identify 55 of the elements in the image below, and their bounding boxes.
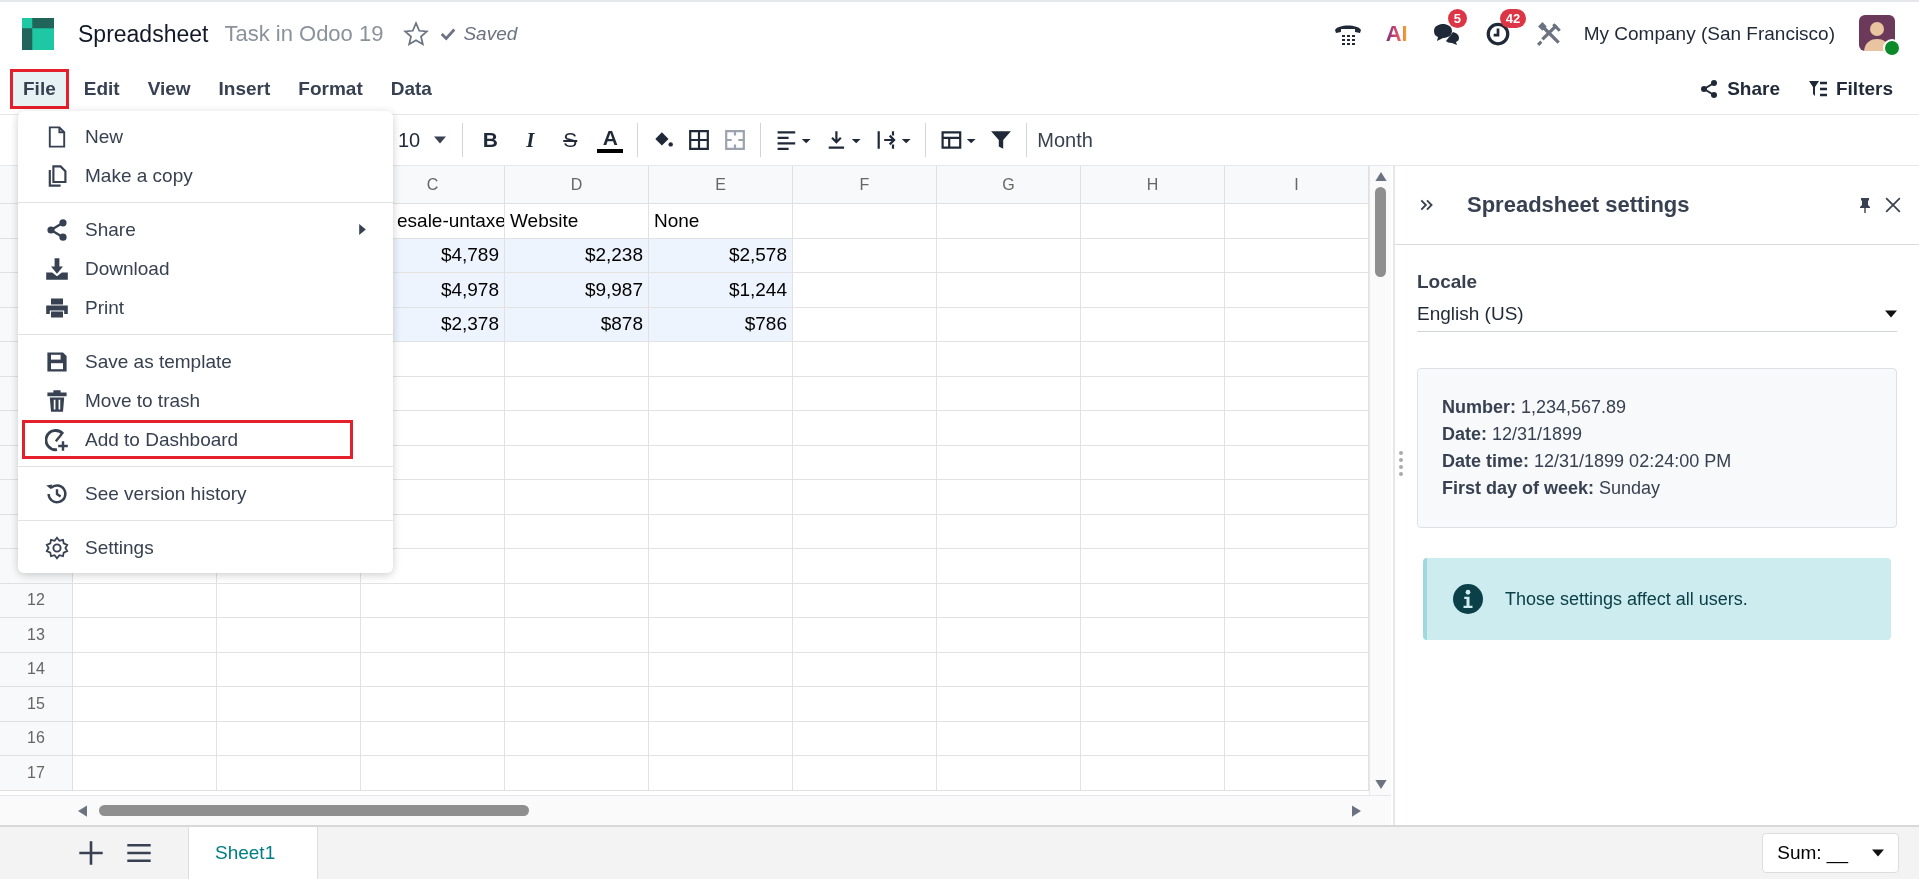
locale-select[interactable]: English (US) bbox=[1417, 293, 1897, 332]
menu-tab[interactable]: View bbox=[134, 69, 204, 109]
aggregate-dropdown[interactable]: Sum: __ bbox=[1762, 833, 1899, 873]
menu-tab[interactable]: Data bbox=[377, 69, 445, 109]
menu-tab[interactable]: Edit bbox=[70, 69, 133, 109]
notification-badge: 5 bbox=[1447, 9, 1467, 28]
field-label: Locale bbox=[1417, 271, 1479, 293]
table-cell: $2,578 bbox=[649, 238, 793, 273]
menu-tab[interactable]: Format bbox=[285, 69, 376, 109]
menu-item[interactable]: Save as template bbox=[22, 342, 389, 381]
menu-item[interactable]: New bbox=[22, 117, 389, 156]
table-cell: Website bbox=[505, 204, 649, 239]
notification-badge: 42 bbox=[1499, 9, 1527, 28]
filters-button[interactable]: Filters bbox=[1801, 77, 1899, 101]
preview-line: First day of week: Sunday bbox=[1442, 478, 1662, 499]
row-header[interactable]: 12 bbox=[0, 583, 73, 618]
row-header[interactable]: 13 bbox=[0, 618, 73, 653]
bold-button[interactable]: B bbox=[477, 128, 504, 152]
column-header[interactable]: H bbox=[1081, 166, 1225, 204]
preview-line: Date time: 12/31/1899 02:24:00 PM bbox=[1442, 451, 1733, 472]
table-cell: None bbox=[649, 204, 793, 239]
table-cell: $2,238 bbox=[505, 238, 649, 273]
column-header[interactable]: F bbox=[793, 166, 937, 204]
alert-text: Those settings affect all users. bbox=[1505, 588, 1748, 610]
sheet-tab[interactable]: Sheet1 bbox=[188, 827, 319, 879]
color-button[interactable]: A bbox=[597, 127, 624, 153]
menu-item[interactable]: See version history bbox=[22, 474, 389, 513]
company-switcher[interactable]: My Company (San Francisco) bbox=[1583, 23, 1835, 45]
row-header[interactable]: 17 bbox=[0, 756, 73, 791]
row-header[interactable]: 15 bbox=[0, 687, 73, 722]
row-header[interactable]: 16 bbox=[0, 721, 73, 756]
column-header[interactable]: E bbox=[649, 166, 793, 204]
app-title: Spreadsheet bbox=[78, 20, 209, 48]
menu-item[interactable]: Add to Dashboard bbox=[22, 420, 353, 459]
italic-button[interactable]: I bbox=[517, 127, 544, 153]
menu-item[interactable]: Move to trash bbox=[22, 381, 389, 420]
table-cell: $878 bbox=[505, 307, 649, 342]
menu-tab[interactable]: File bbox=[10, 69, 69, 109]
formula-bar[interactable]: Month bbox=[1037, 128, 1093, 152]
panel-title: Spreadsheet settings bbox=[1467, 192, 1691, 218]
menu-tab[interactable]: Insert bbox=[205, 69, 284, 109]
row-header[interactable]: 14 bbox=[0, 652, 73, 687]
strike-button[interactable]: S bbox=[557, 128, 584, 152]
column-header[interactable]: I bbox=[1225, 166, 1369, 204]
table-cell: $9,987 bbox=[505, 273, 649, 308]
preview-line: Date: 12/31/1899 bbox=[1442, 424, 1584, 445]
preview-line: Number: 1,234,567.89 bbox=[1442, 397, 1628, 418]
column-header[interactable]: G bbox=[937, 166, 1081, 204]
column-header[interactable]: D bbox=[505, 166, 649, 204]
table-cell: $1,244 bbox=[649, 273, 793, 308]
font-size-dropdown[interactable]: 10 bbox=[396, 128, 449, 152]
share-button[interactable]: Share bbox=[1693, 77, 1786, 101]
menu-item[interactable]: Settings bbox=[22, 528, 389, 567]
save-status: Saved bbox=[463, 23, 518, 45]
table-cell: $786 bbox=[649, 307, 793, 342]
